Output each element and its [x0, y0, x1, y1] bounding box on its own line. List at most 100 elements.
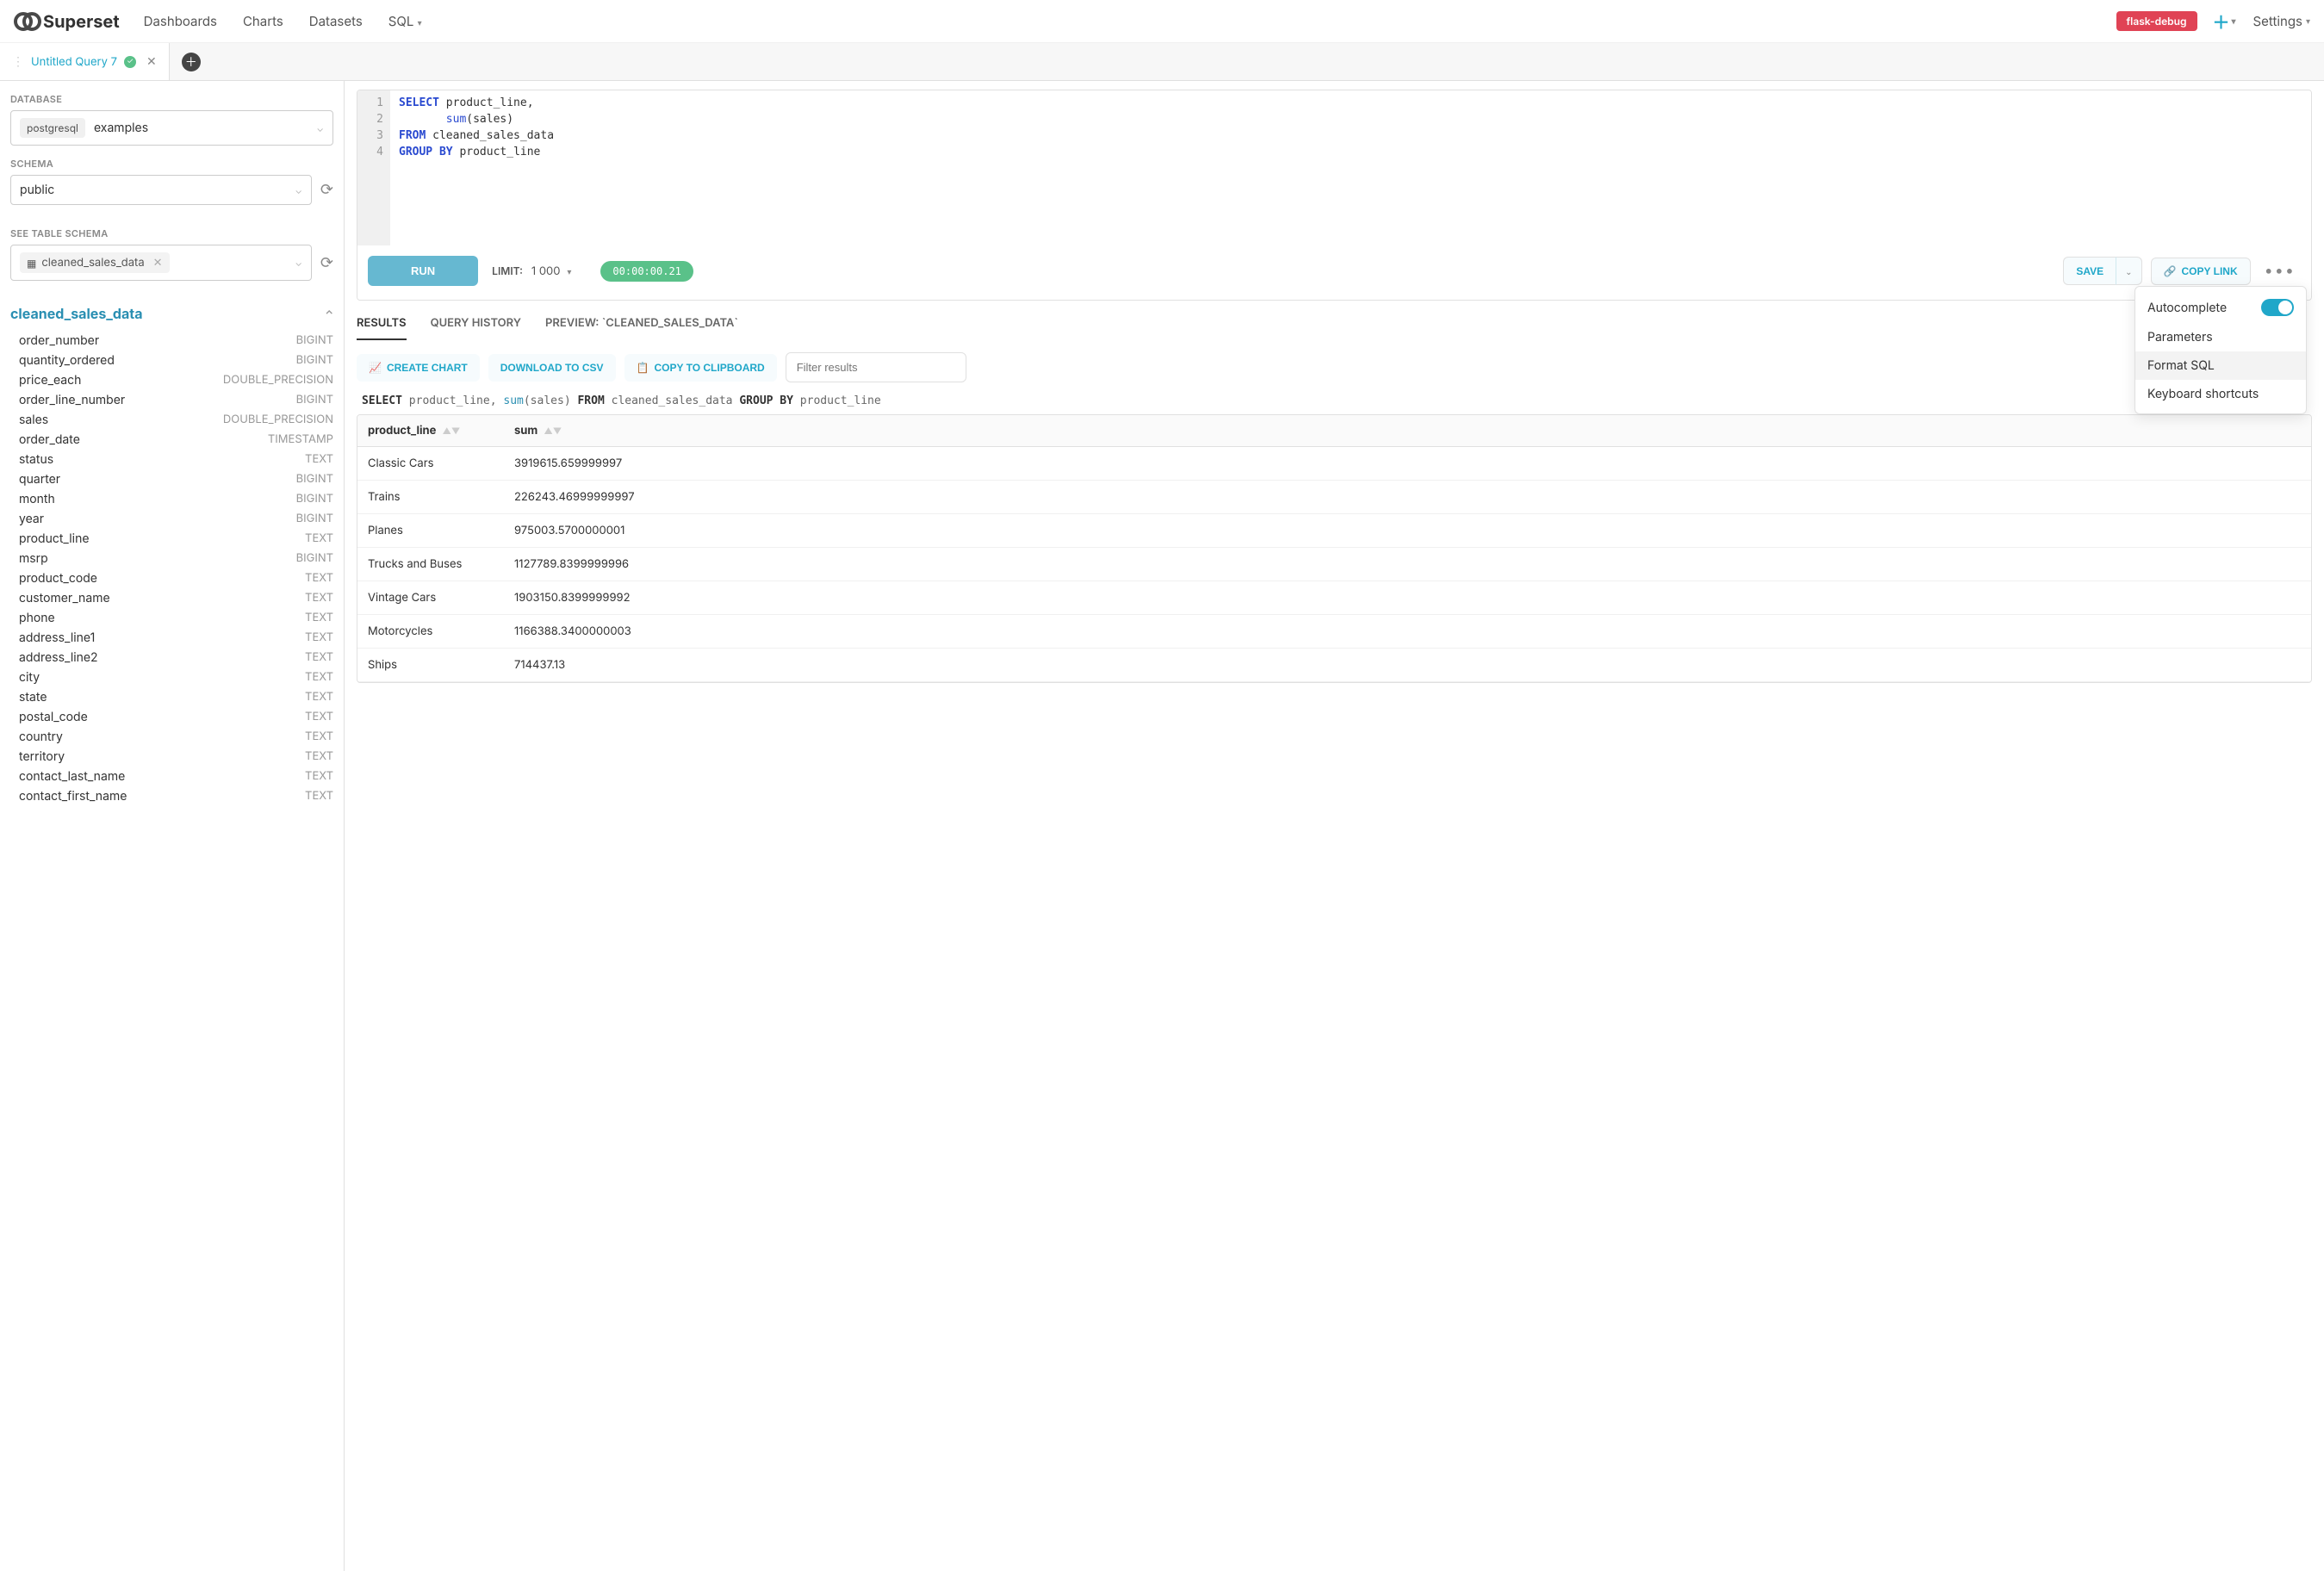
column-row[interactable]: salesDOUBLE_PRECISION — [10, 410, 333, 430]
clipboard-icon: 📋 — [637, 362, 649, 374]
drag-handle-icon[interactable]: ⋮ — [12, 54, 24, 69]
table-row[interactable]: Vintage Cars1903150.8399999992 — [357, 581, 2311, 615]
schema-value: public — [20, 183, 54, 197]
cell-sum: 1903150.8399999992 — [504, 581, 2311, 615]
table-row[interactable]: Motorcycles1166388.3400000003 — [357, 615, 2311, 649]
menu-format-sql[interactable]: Format SQL — [2135, 351, 2306, 380]
create-chart-button[interactable]: 📈 CREATE CHART — [357, 354, 480, 382]
schema-select[interactable]: public ⌄ — [10, 175, 312, 205]
sql-editor[interactable]: 1234 SELECT product_line, sum(sales)FROM… — [357, 90, 2311, 245]
caret-down-icon: ▾ — [418, 18, 422, 28]
nav-datasets[interactable]: Datasets — [309, 13, 363, 29]
editor-gutter: 1234 — [357, 90, 390, 245]
column-row[interactable]: customer_nameTEXT — [10, 588, 333, 608]
copy-clipboard-label: COPY TO CLIPBOARD — [654, 362, 764, 374]
column-row[interactable]: contact_last_name TEXT — [10, 767, 333, 786]
column-name: sales — [19, 413, 48, 427]
tab-results[interactable]: RESULTS — [357, 316, 407, 340]
column-name: contact_last_name — [19, 769, 125, 784]
column-type: TEXT — [305, 650, 333, 665]
results-tabs: RESULTS QUERY HISTORY PREVIEW: `CLEANED_… — [357, 316, 2312, 340]
table-row[interactable]: Trains226243.46999999997 — [357, 481, 2311, 514]
nav-dashboards[interactable]: Dashboards — [144, 13, 217, 29]
table-row[interactable]: Ships714437.13 — [357, 649, 2311, 682]
copy-clipboard-button[interactable]: 📋 COPY TO CLIPBOARD — [624, 354, 777, 382]
column-name: product_line — [19, 531, 90, 546]
table-select[interactable]: ▦ cleaned_sales_data ✕ ⌄ — [10, 245, 312, 281]
copy-link-button[interactable]: 🔗 COPY LINK — [2151, 258, 2251, 285]
filter-results-input[interactable] — [786, 352, 966, 382]
table-chip-label: cleaned_sales_data — [41, 256, 144, 270]
autocomplete-toggle[interactable] — [2261, 299, 2294, 316]
column-row[interactable]: order_line_numberBIGINT — [10, 390, 333, 410]
menu-parameters[interactable]: Parameters — [2135, 323, 2306, 351]
flask-debug-badge[interactable]: flask-debug — [2116, 11, 2197, 31]
column-row[interactable]: address_line2TEXT — [10, 648, 333, 668]
brand-logo[interactable]: Superset — [14, 11, 120, 32]
column-row[interactable]: yearBIGINT — [10, 509, 333, 529]
column-row[interactable]: address_line1TEXT — [10, 628, 333, 648]
th-sum[interactable]: sum ▲▼ — [504, 415, 2311, 447]
column-row[interactable]: product_lineTEXT — [10, 529, 333, 549]
column-row[interactable]: price_eachDOUBLE_PRECISION — [10, 370, 333, 390]
column-type: TEXT — [305, 611, 333, 625]
column-row[interactable]: quarterBIGINT — [10, 469, 333, 489]
column-row[interactable]: postal_codeTEXT — [10, 707, 333, 727]
column-row[interactable]: monthBIGINT — [10, 489, 333, 509]
column-type: BIGINT — [296, 333, 333, 348]
db-name: examples — [94, 121, 148, 135]
table-row[interactable]: Classic Cars3919615.659999997 — [357, 447, 2311, 481]
save-dropdown-button[interactable]: ⌄ — [2116, 257, 2141, 285]
more-actions-button[interactable]: ••• — [2259, 257, 2301, 285]
close-tab-icon[interactable]: ✕ — [146, 54, 157, 69]
column-row[interactable]: product_codeTEXT — [10, 568, 333, 588]
limit-value[interactable]: 1 000 — [531, 264, 561, 278]
query-tab[interactable]: ⋮ Untitled Query 7 ✓ ✕ — [0, 43, 170, 80]
column-row[interactable]: quantity_orderedBIGINT — [10, 351, 333, 370]
editor-code[interactable]: SELECT product_line, sum(sales)FROM clea… — [390, 90, 562, 245]
refresh-icon[interactable]: ⟳ — [320, 254, 333, 272]
tab-query-history[interactable]: QUERY HISTORY — [431, 316, 521, 340]
menu-autocomplete[interactable]: Autocomplete — [2135, 292, 2306, 323]
column-row[interactable]: countryTEXT — [10, 727, 333, 747]
database-select[interactable]: postgresql examples ⌄ — [10, 110, 333, 146]
run-button[interactable]: RUN — [368, 256, 478, 286]
column-row[interactable]: order_dateTIMESTAMP — [10, 430, 333, 450]
column-row[interactable]: order_numberBIGINT — [10, 331, 333, 351]
column-row[interactable]: contact_first_nameTEXT — [10, 786, 333, 806]
menu-keyboard-shortcuts[interactable]: Keyboard shortcuts — [2135, 380, 2306, 408]
database-label: DATABASE — [10, 93, 333, 105]
cell-product-line: Vintage Cars — [357, 581, 504, 615]
table-row[interactable]: Planes975003.5700000001 — [357, 514, 2311, 548]
column-row[interactable]: phoneTEXT — [10, 608, 333, 628]
save-button[interactable]: SAVE — [2063, 257, 2116, 285]
cell-product-line: Motorcycles — [357, 615, 504, 649]
column-name: status — [19, 452, 53, 467]
column-row[interactable]: stateTEXT — [10, 687, 333, 707]
column-row[interactable]: territoryTEXT — [10, 747, 333, 767]
caret-down-icon[interactable]: ▾ — [567, 267, 571, 277]
settings-menu[interactable]: Settings ▾ — [2253, 13, 2310, 29]
column-name: state — [19, 690, 47, 705]
table-chip: ▦ cleaned_sales_data ✕ — [20, 252, 170, 273]
th-product-line[interactable]: product_line ▲▼ — [357, 415, 504, 447]
cell-product-line: Ships — [357, 649, 504, 682]
column-row[interactable]: cityTEXT — [10, 668, 333, 687]
cell-product-line: Trains — [357, 481, 504, 514]
nav-sql[interactable]: SQL ▾ — [388, 13, 422, 29]
column-type: TEXT — [305, 769, 333, 784]
column-name: address_line1 — [19, 630, 95, 645]
new-menu[interactable]: ＋ ▾ — [2213, 9, 2236, 34]
table-schema-header[interactable]: cleaned_sales_data ⌃ — [10, 305, 333, 322]
column-name: msrp — [19, 551, 48, 566]
column-row[interactable]: msrpBIGINT — [10, 549, 333, 568]
remove-table-icon[interactable]: ✕ — [153, 256, 163, 270]
column-row[interactable]: statusTEXT — [10, 450, 333, 469]
tab-preview[interactable]: PREVIEW: `CLEANED_SALES_DATA` — [545, 316, 738, 340]
add-tab-button[interactable]: ＋ — [182, 53, 201, 71]
nav-charts[interactable]: Charts — [243, 13, 283, 29]
download-csv-button[interactable]: DOWNLOAD TO CSV — [488, 354, 616, 382]
table-row[interactable]: Trucks and Buses1127789.8399999996 — [357, 548, 2311, 581]
refresh-icon[interactable]: ⟳ — [320, 181, 333, 199]
cell-product-line: Trucks and Buses — [357, 548, 504, 581]
